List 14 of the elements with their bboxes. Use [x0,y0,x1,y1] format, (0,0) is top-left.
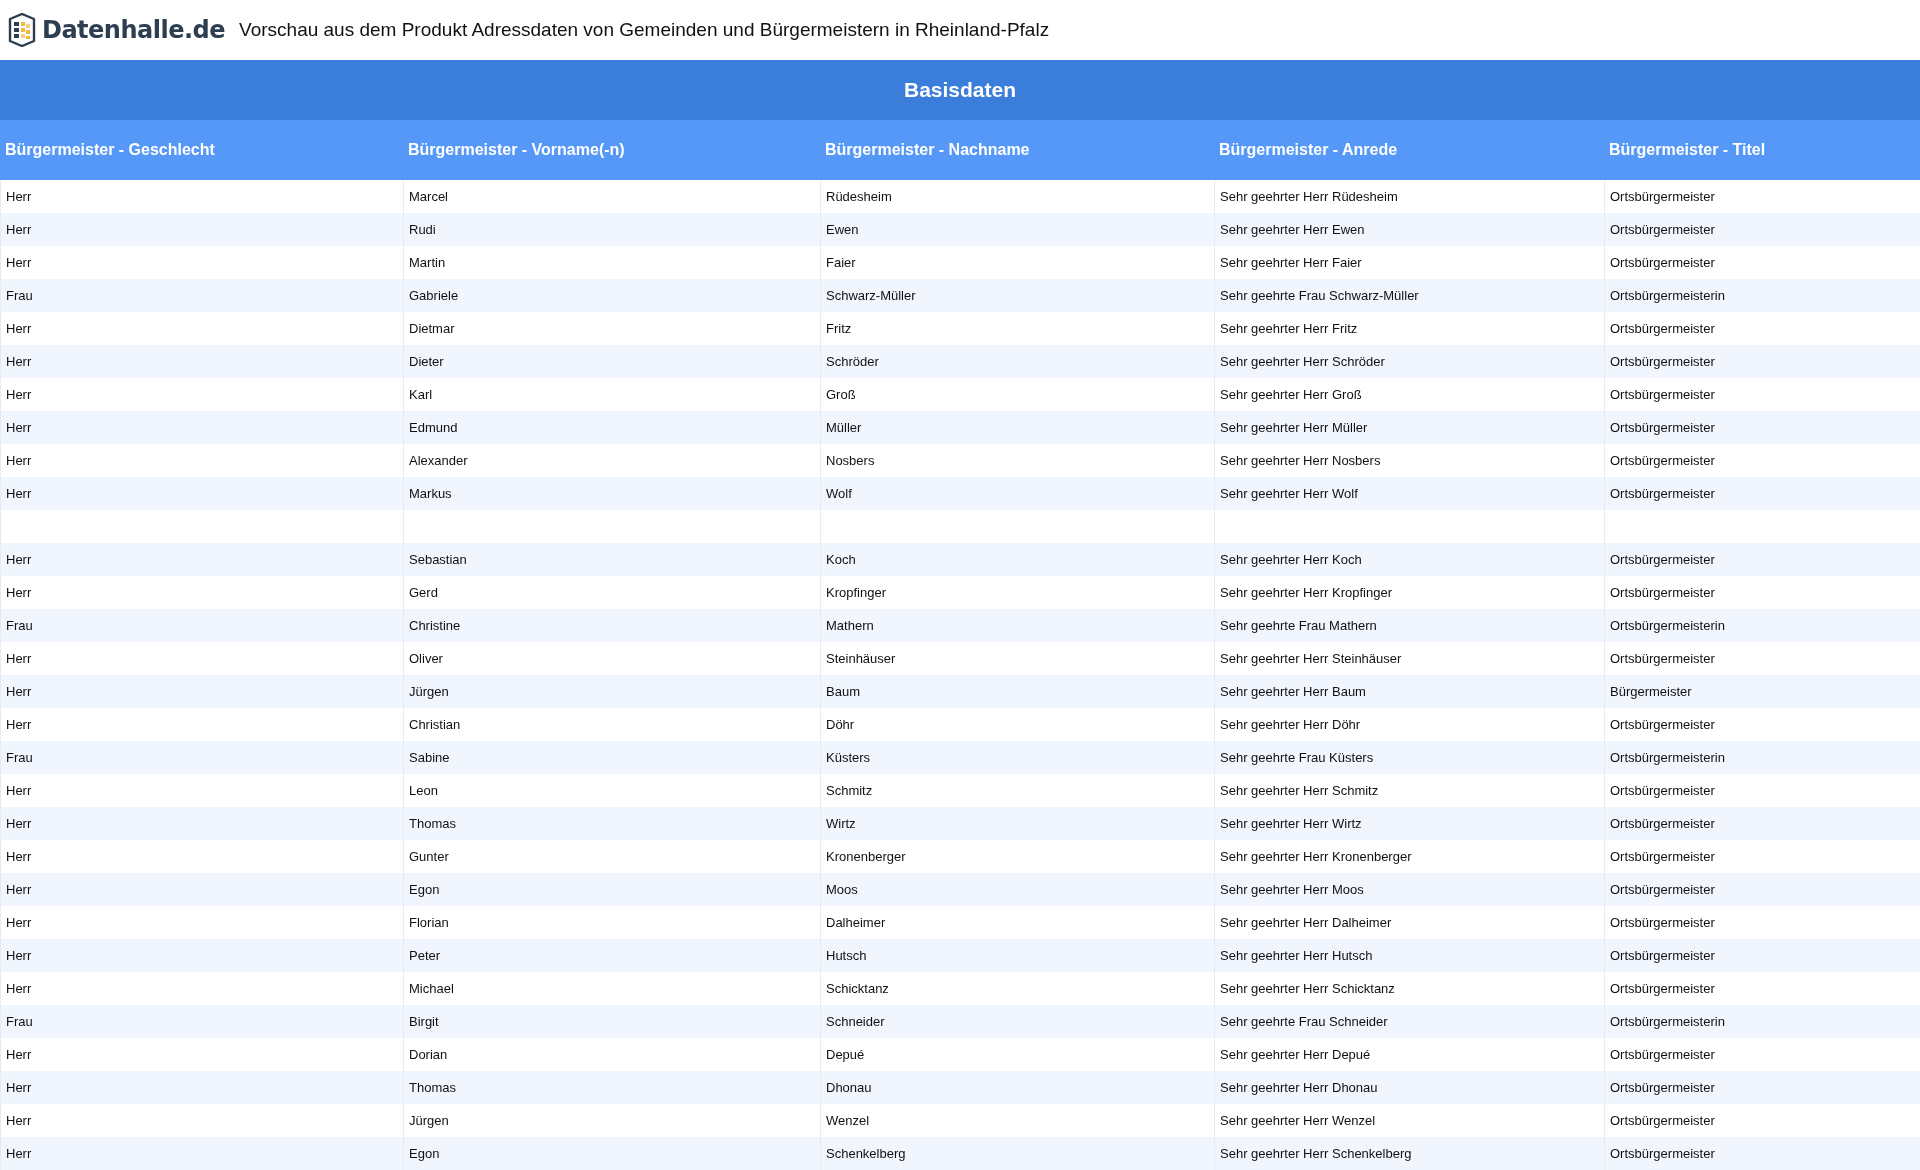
column-header: Bürgermeister - Anrede [1218,141,1399,159]
page-title: Vorschau aus dem Produkt Adressdaten von Gemeinden und Bürgermeistern in Rheinland-Pfalz [239,19,1050,41]
column-header: Bürgermeister - Titel [1608,141,1767,159]
table-caption: Basisdaten [0,60,1920,120]
logo-icon [6,13,38,47]
column-header: Bürgermeister - Vorname(-n) [407,141,626,159]
table-cell: Herr [0,1137,403,1170]
table-cell: Schenkelberg [820,1137,1214,1170]
table-cell: Egon [403,1137,820,1170]
column-header: Bürgermeister - Geschlecht [4,141,216,159]
logo-text[interactable]: Datenhalle.de [42,16,226,44]
column-header: Bürgermeister - Nachname [824,141,1031,159]
table-cell: Sehr geehrter Herr Schenkelberg [1214,1137,1604,1170]
table-cell: Ortsbürgermeister [1604,1137,1920,1170]
